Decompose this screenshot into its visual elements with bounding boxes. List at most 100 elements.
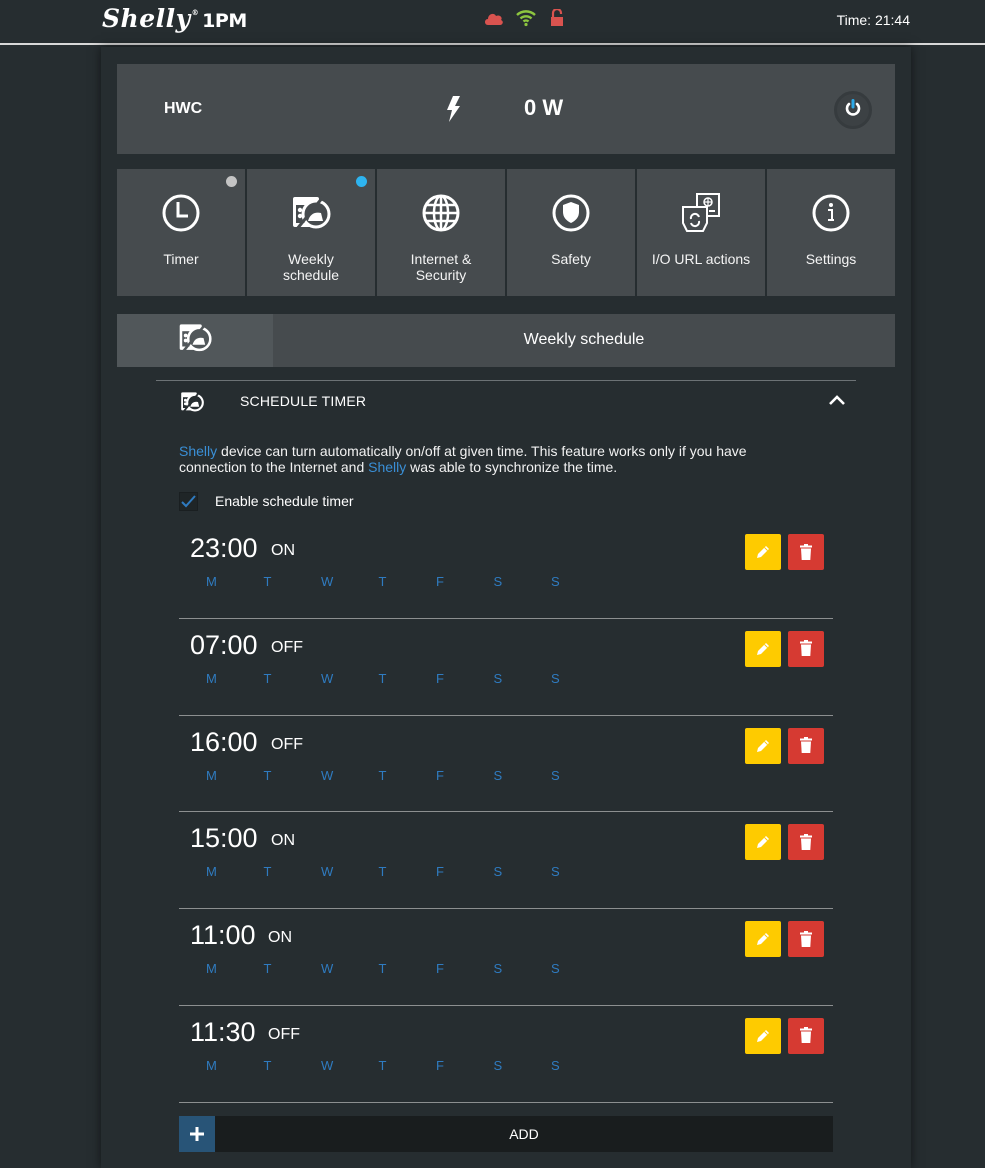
schedule-entry: 07:00 OFF M T W T F S S [179, 619, 833, 716]
day-label: F [436, 767, 444, 783]
trash-icon [800, 543, 812, 560]
edit-button[interactable] [745, 630, 781, 667]
logo-brand: Shelly [102, 4, 191, 33]
day-label: M [206, 670, 217, 686]
edit-button[interactable] [745, 727, 781, 764]
power-toggle-button[interactable] [834, 91, 872, 129]
schedule-action: OFF [271, 735, 303, 753]
schedule-time: 16:00 [190, 726, 258, 757]
trash-icon [800, 930, 812, 947]
edit-button[interactable] [745, 921, 781, 958]
schedule-days: MTWTFSS [206, 864, 609, 879]
enable-schedule-checkbox[interactable] [179, 491, 198, 511]
day-label: T [263, 574, 272, 589]
day-label: S [493, 574, 503, 589]
tab-label: Timer [163, 251, 199, 267]
power-icon [844, 98, 862, 122]
day-label: M [206, 961, 217, 977]
shield-icon [551, 193, 591, 233]
brand-link: Shelly [179, 443, 218, 459]
tab-label: Weekly schedule [282, 251, 340, 283]
day-label: M [206, 864, 217, 880]
schedule-time: 07:00 [190, 629, 258, 660]
tab-safety[interactable]: Safety [507, 169, 635, 296]
main-container: HWC 0 W Timer Weekly schedule Internet &… [101, 47, 911, 1168]
pencil-icon [757, 642, 769, 655]
delete-button[interactable] [788, 534, 824, 570]
status-icons [483, 7, 569, 27]
chevron-up-icon[interactable] [828, 393, 846, 407]
schedule-action: ON [268, 929, 292, 947]
tab-internet-security[interactable]: Internet & Security [377, 169, 505, 296]
url-actions-icon [681, 193, 721, 233]
tab-settings[interactable]: Settings [767, 169, 895, 296]
tab-label: I/O URL actions [651, 251, 751, 267]
pencil-icon [757, 836, 769, 849]
edit-button[interactable] [745, 1017, 781, 1054]
edit-button[interactable] [745, 534, 781, 570]
schedule-entry: 23:00 ON M T W T F S S [179, 522, 833, 619]
day-label: M [206, 1057, 217, 1073]
plus-icon [179, 1116, 215, 1152]
day-label: S [493, 1057, 503, 1073]
day-label: F [436, 1057, 444, 1073]
accordion-title: SCHEDULE TIMER [240, 393, 367, 409]
schedule-entry: 16:00 OFF M T W T F S S [179, 716, 833, 813]
day-label: M [206, 574, 217, 589]
delete-button[interactable] [788, 727, 824, 764]
edit-button[interactable] [745, 824, 781, 861]
schedule-days: MTWTFSS [206, 574, 609, 589]
nav-tiles: Timer Weekly schedule Internet & Securit… [117, 169, 895, 296]
tab-label: Safety [551, 251, 591, 267]
day-label: W [321, 767, 334, 783]
section-header: Weekly schedule [117, 314, 895, 367]
day-label: W [321, 961, 334, 977]
tab-weekly-schedule[interactable]: Weekly schedule [247, 169, 375, 296]
schedule-time: 23:00 [190, 533, 258, 563]
day-label: S [551, 767, 560, 783]
add-label: ADD [509, 1126, 539, 1142]
day-label: S [551, 864, 560, 880]
tab-timer[interactable]: Timer [117, 169, 245, 296]
delete-button[interactable] [788, 921, 824, 958]
pencil-icon [757, 933, 769, 946]
day-label: S [493, 864, 503, 880]
day-label: S [493, 961, 503, 977]
cloud-icon[interactable] [483, 9, 505, 27]
tab-label: Internet & Security [410, 251, 472, 283]
day-label: T [378, 574, 387, 589]
delete-button[interactable] [788, 630, 824, 667]
add-schedule-button[interactable]: ADD [179, 1116, 833, 1152]
schedule-entry: 11:00 ON M T W T F S S [179, 909, 833, 1006]
day-label: F [436, 961, 444, 977]
schedule-entry: 11:30 OFF M T W T F S S [179, 1006, 833, 1103]
trash-icon [800, 833, 812, 850]
day-label: F [436, 574, 444, 589]
day-label: W [321, 574, 334, 589]
day-label: M [206, 767, 217, 783]
unlock-icon[interactable] [547, 7, 569, 27]
pencil-icon [757, 546, 769, 558]
section-title: Weekly schedule [523, 331, 645, 348]
day-label: T [263, 767, 272, 783]
tab-io-url-actions[interactable]: I/O URL actions [637, 169, 765, 296]
pencil-icon [757, 739, 769, 752]
checkmark-icon [181, 494, 196, 507]
device-bar: HWC 0 W [117, 64, 895, 154]
schedule-icon [291, 193, 331, 233]
day-label: S [493, 767, 503, 783]
schedule-days: MTWTFSS [206, 671, 609, 686]
wifi-icon[interactable] [515, 9, 537, 27]
schedule-action: OFF [271, 638, 303, 656]
globe-icon [421, 193, 461, 233]
day-label: S [551, 670, 560, 686]
delete-button[interactable] [788, 824, 824, 861]
day-label: T [378, 670, 387, 686]
schedule-icon [180, 390, 204, 414]
delete-button[interactable] [788, 1017, 824, 1054]
schedule-timer-accordion-header[interactable]: SCHEDULE TIMER [156, 381, 856, 421]
enable-schedule-checkbox-row[interactable]: Enable schedule timer [179, 490, 354, 512]
status-dot [226, 176, 237, 187]
status-dot [356, 176, 367, 187]
schedule-days: MTWTFSS [206, 768, 609, 783]
